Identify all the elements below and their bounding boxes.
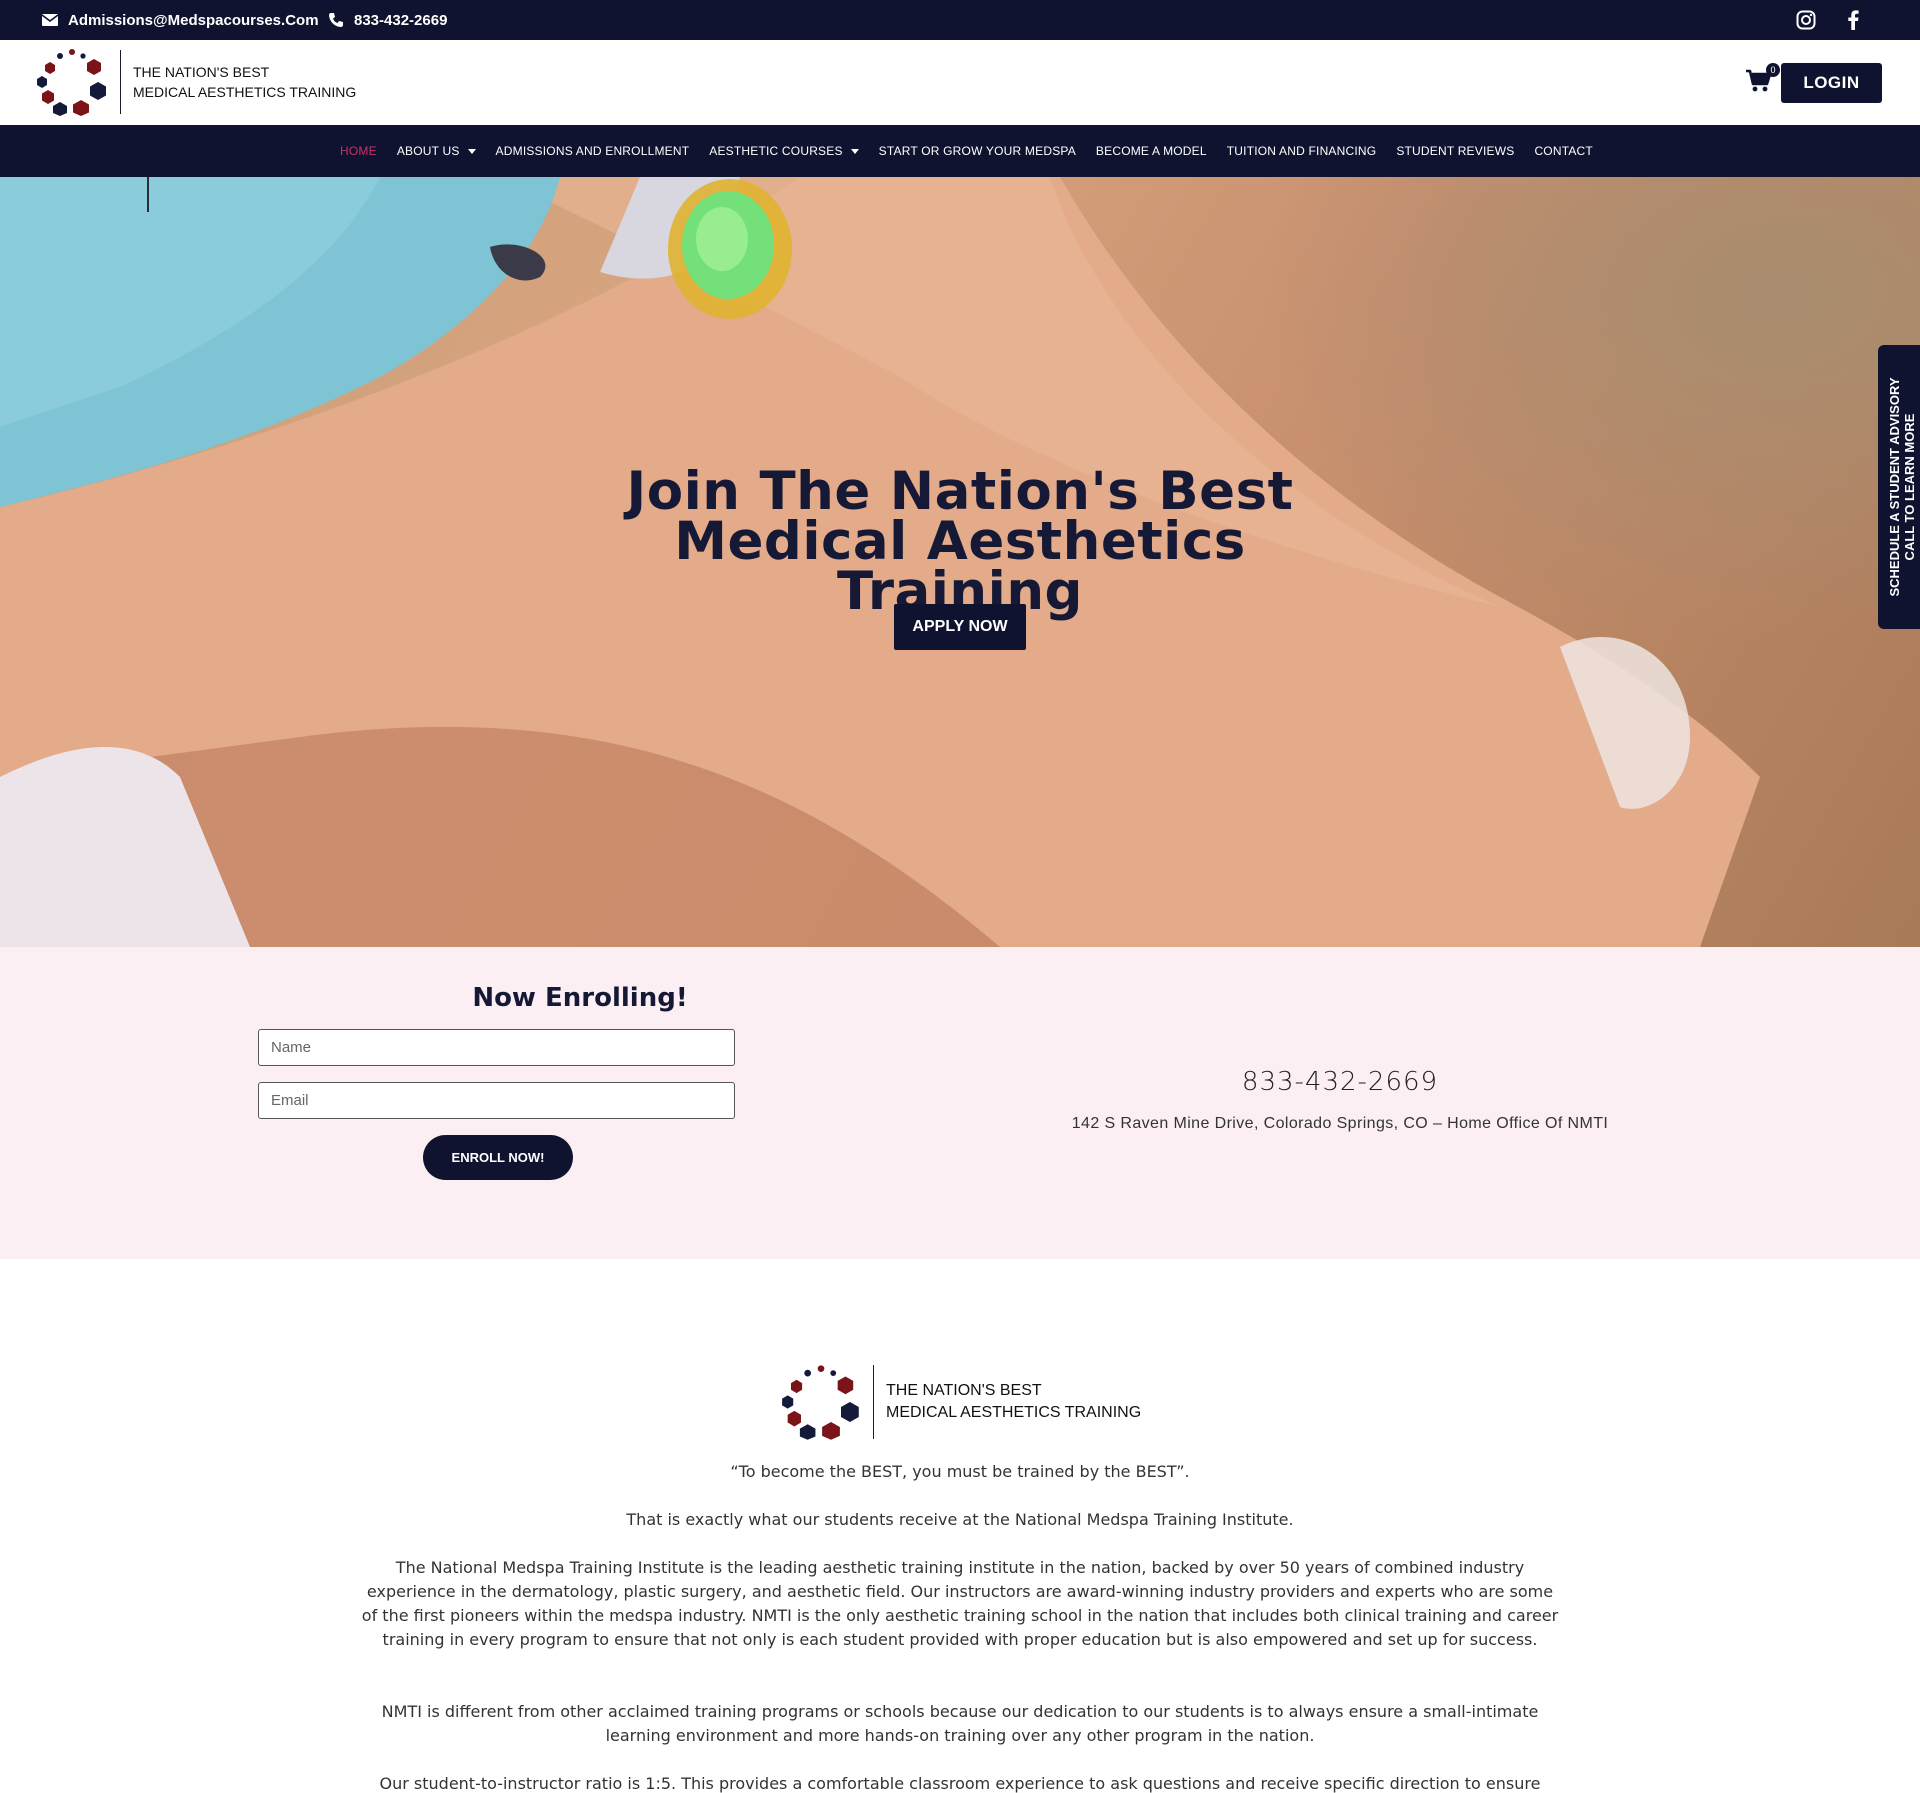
about-logo-tagline: THE NATION'S BEST MEDICAL AESTHETICS TRA… xyxy=(886,1380,1141,1424)
contact-address: 142 S Raven Mine Drive, Colorado Springs… xyxy=(1071,1115,1609,1132)
logo-divider xyxy=(873,1365,874,1439)
side-tab-line1: SCHEDULE A STUDENT ADVISORY xyxy=(1887,377,1902,597)
phone-link[interactable]: 833-432-2669 xyxy=(328,0,447,40)
cart-button[interactable]: 0 xyxy=(1746,63,1780,95)
nav-item-label: ADMISSIONS AND ENROLLMENT xyxy=(495,144,690,158)
nav-item-aesthetic-courses[interactable]: AESTHETIC COURSES xyxy=(709,144,859,158)
main-navigation: HOME ABOUT US ADMISSIONS AND ENROLLMENT … xyxy=(0,125,1920,177)
hero-section: Join The Nation's Best Medical Aesthetic… xyxy=(0,177,1920,947)
nav-item-label: TUITION AND FINANCING xyxy=(1226,144,1377,158)
chevron-down-icon xyxy=(467,148,476,154)
nav-item-label: START OR GROW YOUR MEDSPA xyxy=(878,144,1076,158)
about-paragraph-4: Our student-to-instructor ratio is 1:5. … xyxy=(379,1774,1541,1793)
enroll-heading: Now Enrolling! xyxy=(472,983,688,1013)
nav-item-contact[interactable]: CONTACT xyxy=(1534,144,1593,158)
about-logo: THE NATION'S BEST MEDICAL AESTHETICS TRA… xyxy=(781,1364,1141,1440)
apply-now-button[interactable]: APPLY NOW xyxy=(894,604,1026,650)
instagram-icon[interactable] xyxy=(1795,9,1817,31)
name-input[interactable] xyxy=(258,1029,735,1066)
about-tagline-line2: MEDICAL AESTHETICS TRAINING xyxy=(886,1404,1142,1421)
site-header: THE NATION'S BEST MEDICAL AESTHETICS TRA… xyxy=(0,40,1920,125)
envelope-icon xyxy=(42,14,58,26)
phone-text: 833-432-2669 xyxy=(354,11,448,29)
logo-tagline: THE NATION'S BEST MEDICAL AESTHETICS TRA… xyxy=(133,62,356,102)
nav-item-student-reviews[interactable]: STUDENT REVIEWS xyxy=(1396,144,1514,158)
nav-item-about-us[interactable]: ABOUT US xyxy=(397,144,476,158)
nav-item-home[interactable]: HOME xyxy=(340,144,377,158)
about-quote: “To become the BEST, you must be trained… xyxy=(730,1462,1190,1481)
about-section: THE NATION'S BEST MEDICAL AESTHETICS TRA… xyxy=(0,1259,1920,1793)
about-paragraph-3: NMTI is different from other acclaimed t… xyxy=(381,1702,1539,1745)
nav-item-label: BECOME A MODEL xyxy=(1095,144,1207,158)
hexagon-ring-logo-icon xyxy=(782,1365,859,1440)
logo-divider xyxy=(120,50,121,114)
nav-item-label: AESTHETIC COURSES xyxy=(709,144,843,158)
nav-item-start-medspa[interactable]: START OR GROW YOUR MEDSPA xyxy=(879,144,1076,158)
facebook-icon[interactable] xyxy=(1842,9,1864,31)
logo-tagline-line1: THE NATION'S BEST xyxy=(133,64,270,80)
nav-item-become-model[interactable]: BECOME A MODEL xyxy=(1096,144,1207,158)
chevron-down-icon xyxy=(850,148,859,154)
enroll-now-button[interactable]: ENROLL NOW! xyxy=(423,1135,573,1180)
hexagon-ring-logo-icon xyxy=(37,49,106,116)
nav-item-label: HOME xyxy=(340,144,377,158)
nav-item-label: ABOUT US xyxy=(396,144,460,158)
nav-item-label: STUDENT REVIEWS xyxy=(1396,144,1515,158)
enroll-section: Now Enrolling! ENROLL NOW! 833-432-2669 … xyxy=(0,947,1920,1259)
nav-item-label: CONTACT xyxy=(1534,144,1593,158)
hero-title: Join The Nation's Best Medical Aesthetic… xyxy=(560,465,1360,618)
email-link[interactable]: Admissions@Medspacourses.Com xyxy=(42,0,319,40)
side-tab-line2: CALL TO LEARN MORE xyxy=(1902,413,1917,561)
phone-icon xyxy=(329,13,343,27)
nav-item-admissions[interactable]: ADMISSIONS AND ENROLLMENT xyxy=(496,144,690,158)
nav-item-tuition[interactable]: TUITION AND FINANCING xyxy=(1227,144,1377,158)
schedule-advisory-tab[interactable]: SCHEDULE A STUDENT ADVISORY CALL TO LEAR… xyxy=(1878,345,1920,629)
email-input[interactable] xyxy=(258,1082,735,1119)
side-tab-text: SCHEDULE A STUDENT ADVISORY CALL TO LEAR… xyxy=(1887,377,1917,596)
login-button[interactable]: LOGIN xyxy=(1781,63,1882,103)
cart-count-badge: 0 xyxy=(1766,63,1780,77)
contact-phone[interactable]: 833-432-2669 xyxy=(1140,1067,1540,1097)
logo-tagline-line2: MEDICAL AESTHETICS TRAINING xyxy=(133,84,357,100)
about-paragraph-1: That is exactly what our students receiv… xyxy=(626,1510,1294,1529)
site-logo[interactable]: THE NATION'S BEST MEDICAL AESTHETICS TRA… xyxy=(36,48,356,116)
email-text: Admissions@Medspacourses.Com xyxy=(68,11,319,29)
about-paragraph-2: The National Medspa Training Institute i… xyxy=(361,1558,1559,1649)
about-tagline-line1: THE NATION'S BEST xyxy=(886,1382,1042,1399)
top-contact-bar: Admissions@Medspacourses.Com 833-432-266… xyxy=(0,0,1920,40)
